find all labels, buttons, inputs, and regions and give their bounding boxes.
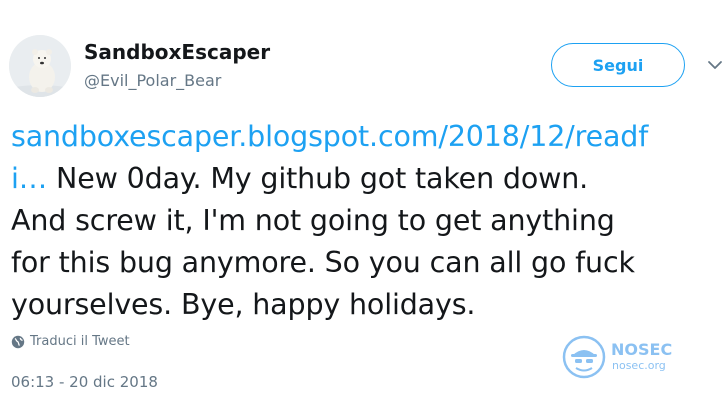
tweet-card: SandboxEscaper @Evil_Polar_Bear Segui sa… bbox=[0, 0, 726, 400]
tweet-text-line-2: i… New 0day. My github got taken down. bbox=[11, 158, 723, 200]
polar-bear-avatar-icon bbox=[9, 35, 71, 97]
author-name[interactable]: SandboxEscaper bbox=[84, 40, 270, 64]
chevron-down-icon bbox=[708, 61, 722, 69]
tweet-text-line-1: sandboxescaper.blogspot.com/2018/12/read… bbox=[11, 116, 723, 158]
tweet-text-line-5: yourselves. Bye, happy holidays. bbox=[11, 288, 476, 321]
tweet-text-line-3: And screw it, I'm not going to get anyth… bbox=[11, 204, 615, 237]
tweet-text-segment: New 0day. My github got taken down. bbox=[47, 162, 589, 195]
follow-button[interactable]: Segui bbox=[551, 43, 685, 87]
tweet-menu-button[interactable] bbox=[706, 56, 724, 74]
tweet-link[interactable]: sandboxescaper.blogspot.com/2018/12/read… bbox=[11, 120, 648, 153]
translate-label: Traduci il Tweet bbox=[30, 334, 130, 349]
follow-button-label: Segui bbox=[592, 55, 644, 75]
author-handle[interactable]: @Evil_Polar_Bear bbox=[84, 71, 221, 90]
tweet-text: sandboxescaper.blogspot.com/2018/12/read… bbox=[11, 116, 723, 326]
watermark-title: NOSEC bbox=[611, 340, 673, 359]
nosec-watermark: NOSEC nosec.org bbox=[562, 333, 682, 381]
tweet-link-continuation[interactable]: i… bbox=[11, 162, 47, 195]
nosec-logo-icon bbox=[562, 335, 606, 379]
globe-icon bbox=[11, 335, 25, 348]
translate-tweet-link[interactable]: Traduci il Tweet bbox=[11, 334, 130, 349]
tweet-text-line-4: for this bug anymore. So you can all go … bbox=[11, 246, 635, 279]
watermark-subtitle: nosec.org bbox=[612, 359, 666, 372]
tweet-timestamp[interactable]: 06:13 - 20 dic 2018 bbox=[11, 373, 158, 391]
avatar[interactable] bbox=[9, 35, 71, 97]
